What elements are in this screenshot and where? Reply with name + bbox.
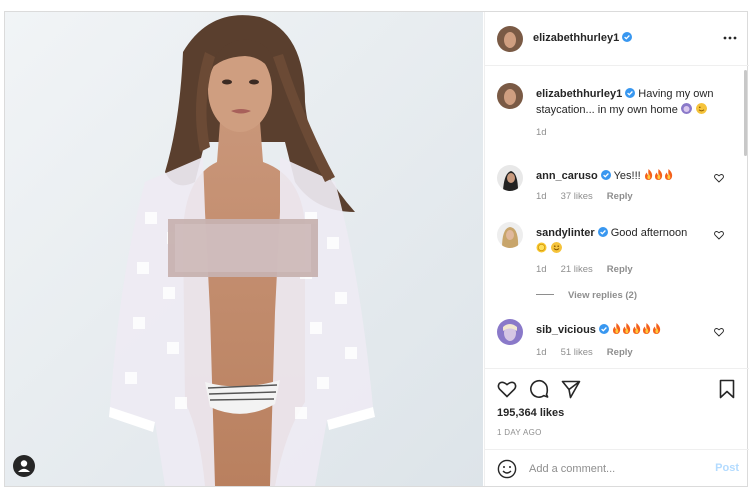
heart-icon[interactable] bbox=[497, 379, 517, 399]
verified-badge-icon bbox=[597, 227, 608, 237]
comment-like-heart-icon[interactable] bbox=[714, 327, 724, 337]
comment-avatar[interactable] bbox=[497, 222, 523, 248]
fire-emoji-icon bbox=[664, 169, 672, 180]
comment-username[interactable]: sandylinter bbox=[536, 227, 595, 239]
comment-time: 1d bbox=[536, 347, 547, 358]
comment: sib_vicious 1d 51 likes Reply bbox=[485, 319, 749, 364]
winking-face-emoji-icon bbox=[695, 103, 707, 114]
photo-illustration bbox=[5, 12, 483, 486]
comment-likes[interactable]: 37 likes bbox=[561, 191, 593, 202]
comment-meta: 1d 51 likes Reply bbox=[536, 347, 647, 358]
caption-text: elizabethhurley1 Having my own staycatio… bbox=[536, 86, 716, 118]
post-comment-button[interactable]: Post bbox=[715, 462, 739, 474]
author-username[interactable]: elizabethhurley1 bbox=[533, 32, 619, 44]
verified-badge-icon bbox=[622, 32, 633, 42]
post-photo[interactable] bbox=[5, 12, 483, 486]
comment-username[interactable]: ann_caruso bbox=[536, 170, 598, 182]
comment-input[interactable] bbox=[529, 460, 699, 478]
comment-body: Good afternoon bbox=[610, 227, 688, 239]
fire-emoji-icon bbox=[642, 323, 651, 334]
fire-emoji-icon bbox=[654, 169, 662, 180]
replies-divider bbox=[536, 294, 554, 295]
sun-face-emoji-icon bbox=[536, 242, 547, 253]
comment-text: ann_caruso Yes!!! bbox=[536, 168, 716, 184]
view-replies-button[interactable]: View replies (2) bbox=[536, 290, 637, 301]
comment-body: Yes!!! bbox=[613, 170, 641, 182]
reply-button[interactable]: Reply bbox=[607, 264, 633, 275]
reply-button[interactable]: Reply bbox=[607, 347, 633, 358]
caption-avatar[interactable] bbox=[497, 83, 523, 109]
comment-meta: 1d 37 likes Reply bbox=[536, 191, 647, 202]
smile-icon[interactable] bbox=[497, 459, 517, 479]
user-tag-icon[interactable] bbox=[13, 455, 35, 477]
fire-emoji-icon bbox=[652, 323, 661, 334]
post-actions: 195,364 likes 1 DAY AGO bbox=[485, 368, 749, 458]
comment-time: 1d bbox=[536, 264, 547, 275]
fire-emoji-icon bbox=[622, 323, 631, 334]
fire-emoji-icon bbox=[632, 323, 641, 334]
comment-avatar[interactable] bbox=[497, 165, 523, 191]
comment-text: sib_vicious bbox=[536, 322, 716, 338]
more-options-icon[interactable] bbox=[723, 32, 737, 44]
comment-like-heart-icon[interactable] bbox=[714, 230, 724, 240]
caption-meta: 1d bbox=[536, 127, 561, 138]
caption-username[interactable]: elizabethhurley1 bbox=[536, 88, 622, 100]
post-timestamp[interactable]: 1 DAY AGO bbox=[497, 428, 542, 437]
likes-count[interactable]: 195,364 likes bbox=[497, 407, 564, 419]
see-no-evil-monkey-emoji-icon bbox=[680, 103, 692, 114]
verified-badge-icon bbox=[600, 170, 611, 180]
comments-scrollbar[interactable] bbox=[744, 70, 747, 156]
share-icon[interactable] bbox=[561, 379, 581, 399]
smiling-face-emoji-icon bbox=[551, 242, 563, 253]
post-header: elizabethhurley1 bbox=[485, 12, 749, 66]
comment-like-heart-icon[interactable] bbox=[714, 173, 724, 183]
caption: elizabethhurley1 Having my own staycatio… bbox=[485, 83, 749, 153]
comment-time: 1d bbox=[536, 191, 547, 202]
verified-badge-icon bbox=[625, 88, 636, 98]
comment-icon[interactable] bbox=[529, 379, 549, 399]
post-sidebar: elizabethhurley1 elizabethhurley1 Having… bbox=[484, 12, 749, 486]
comments-list[interactable]: elizabethhurley1 Having my own staycatio… bbox=[485, 67, 749, 368]
comment-username[interactable]: sib_vicious bbox=[536, 324, 596, 336]
bookmark-icon[interactable] bbox=[717, 379, 737, 399]
view-replies-label[interactable]: View replies (2) bbox=[568, 290, 637, 301]
comment-meta: 1d 21 likes Reply bbox=[536, 264, 647, 275]
instagram-post: elizabethhurley1 elizabethhurley1 Having… bbox=[4, 11, 749, 487]
caption-time: 1d bbox=[536, 127, 547, 138]
comment: sandylinter Good afternoon 1d 21 likes Rep… bbox=[485, 222, 749, 277]
fire-emoji-icon bbox=[644, 169, 652, 180]
add-comment-bar: Post bbox=[485, 449, 749, 486]
comment-text: sandylinter Good afternoon bbox=[536, 225, 716, 257]
reply-button[interactable]: Reply bbox=[607, 191, 633, 202]
fire-emoji-icon bbox=[612, 323, 621, 334]
comment-likes[interactable]: 21 likes bbox=[561, 264, 593, 275]
comment: ann_caruso Yes!!! 1d 37 likes Reply bbox=[485, 165, 749, 205]
comment-avatar[interactable] bbox=[497, 319, 523, 345]
comment-likes[interactable]: 51 likes bbox=[561, 347, 593, 358]
verified-badge-icon bbox=[598, 324, 609, 334]
author-avatar[interactable] bbox=[497, 26, 523, 52]
